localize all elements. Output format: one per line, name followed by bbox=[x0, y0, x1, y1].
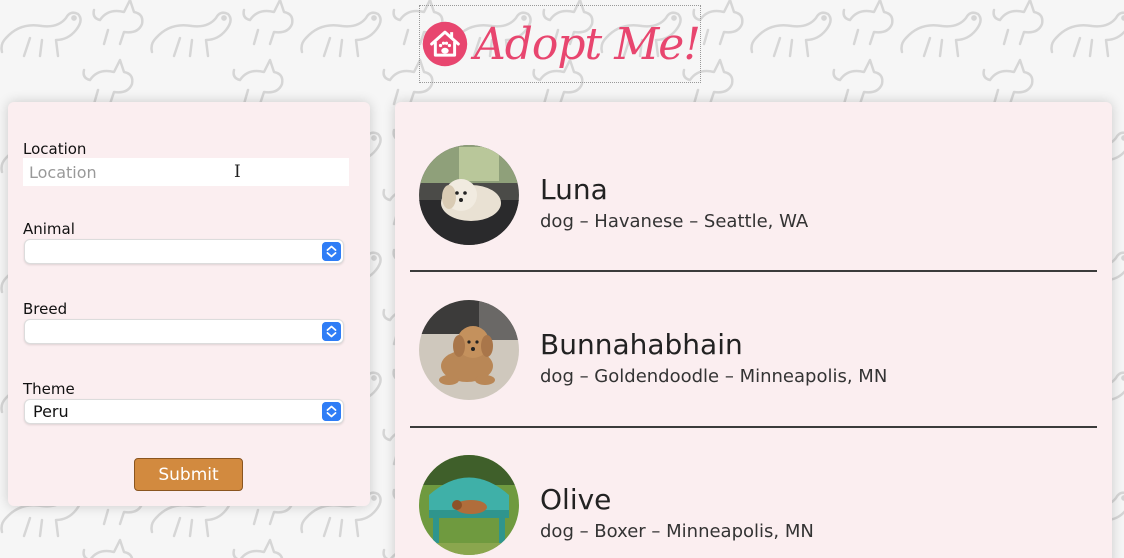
pet-photo-luna bbox=[419, 145, 519, 245]
pet-name: Olive bbox=[540, 483, 612, 516]
search-form: Location I Animal Breed Theme Peru Submi… bbox=[8, 102, 370, 506]
breed-label: Breed bbox=[23, 300, 68, 318]
select-chevrons-icon bbox=[322, 242, 341, 261]
site-logo[interactable]: Adopt Me! bbox=[419, 5, 701, 83]
house-paw-icon bbox=[422, 21, 468, 67]
select-chevrons-icon bbox=[322, 402, 341, 421]
pet-photo-olive bbox=[419, 455, 519, 555]
divider bbox=[410, 426, 1097, 428]
location-label: Location bbox=[23, 140, 87, 158]
pet-card-luna[interactable]: Luna dog – Havanese – Seattle, WA bbox=[395, 140, 1112, 250]
submit-button[interactable]: Submit bbox=[134, 458, 243, 491]
pet-info: dog – Boxer – Minneapolis, MN bbox=[540, 521, 814, 542]
theme-label: Theme bbox=[23, 380, 75, 398]
pet-info: dog – Havanese – Seattle, WA bbox=[540, 211, 809, 232]
pet-name: Luna bbox=[540, 173, 608, 206]
theme-select-value: Peru bbox=[33, 402, 69, 421]
pet-card-olive[interactable]: Olive dog – Boxer – Minneapolis, MN bbox=[395, 450, 1112, 558]
location-input[interactable] bbox=[23, 158, 349, 186]
pet-name: Bunnahabhain bbox=[540, 328, 743, 361]
text-cursor-icon: I bbox=[234, 162, 241, 182]
breed-select[interactable] bbox=[24, 319, 344, 344]
animal-label: Animal bbox=[23, 220, 75, 238]
logo-text: Adopt Me! bbox=[473, 18, 701, 70]
divider bbox=[410, 270, 1097, 272]
select-chevrons-icon bbox=[322, 322, 341, 341]
results-list: Luna dog – Havanese – Seattle, WA Bunnah… bbox=[395, 102, 1112, 558]
animal-select[interactable] bbox=[24, 239, 344, 264]
pet-photo-bunnahabhain bbox=[419, 300, 519, 400]
theme-select[interactable]: Peru bbox=[24, 399, 344, 424]
pet-info: dog – Goldendoodle – Minneapolis, MN bbox=[540, 366, 888, 387]
pet-card-bunnahabhain[interactable]: Bunnahabhain dog – Goldendoodle – Minnea… bbox=[395, 295, 1112, 405]
